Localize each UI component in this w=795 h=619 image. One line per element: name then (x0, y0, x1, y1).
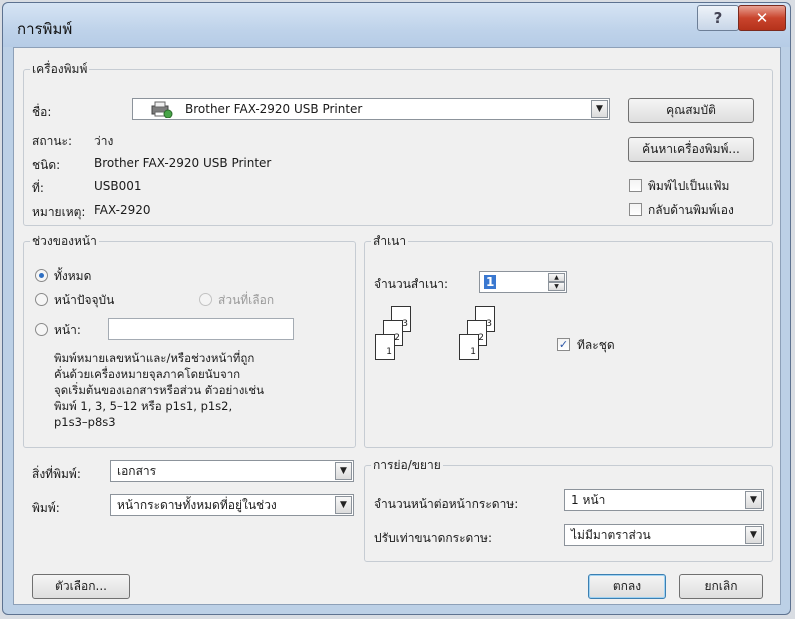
copies-group-label: สำเนา (373, 234, 407, 248)
dropdown-arrow-icon[interactable]: ▼ (335, 496, 352, 514)
title-bar[interactable]: การพิมพ์ ? ✕ (3, 3, 790, 47)
page-range-all-radio[interactable] (35, 269, 48, 282)
ok-button[interactable]: ตกลง (588, 574, 666, 599)
dialog-title: การพิมพ์ (17, 20, 73, 38)
printer-name-label: ชื่อ: (32, 105, 52, 119)
cancel-button[interactable]: ยกเลิก (679, 574, 763, 599)
print-what-select[interactable]: เอกสาร ▼ (110, 460, 354, 482)
pages-per-sheet-label: จำนวนหน้าต่อหน้ากระดาษ: (374, 497, 519, 511)
help-line: p1s3–p8s3 (54, 415, 116, 429)
pages-per-sheet-value: 1 หน้า (571, 492, 606, 507)
page-range-pages-radio[interactable] (35, 323, 48, 336)
close-button[interactable]: ✕ (738, 5, 786, 31)
page-range-current-label: หน้าปัจจุบัน (54, 293, 115, 307)
find-printer-button[interactable]: ค้นหาเครื่องพิมพ์... (628, 137, 754, 162)
printer-comment-label: หมายเหตุ: (32, 205, 86, 219)
dropdown-arrow-icon[interactable]: ▼ (335, 462, 352, 480)
help-line: พิมพ์หมายเลขหน้าและ/หรือช่วงหน้าที่ถูก (54, 351, 255, 365)
printer-where-value: USB001 (94, 179, 142, 193)
properties-button[interactable]: คุณสมบัติ (628, 98, 754, 123)
printer-where-label: ที่: (32, 181, 44, 195)
dropdown-arrow-icon[interactable]: ▼ (591, 100, 608, 118)
help-icon: ? (713, 9, 723, 27)
preview-page: 1 (459, 334, 479, 360)
help-line: พิมพ์ 1, 3, 5–12 หรือ p1s1, p1s2, (54, 399, 233, 413)
close-icon: ✕ (755, 9, 769, 27)
preview-page: 1 (375, 334, 395, 360)
print-what-label: สิ่งที่พิมพ์: (32, 467, 81, 481)
scale-value: ไม่มีมาตราส่วน (571, 527, 651, 542)
print-mode-select[interactable]: หน้ากระดาษทั้งหมดที่อยู่ในช่วง ▼ (110, 494, 354, 516)
printer-status-label: สถานะ: (32, 134, 73, 148)
printer-icon (149, 100, 175, 119)
print-what-value: เอกสาร (117, 463, 157, 478)
help-button[interactable]: ? (697, 5, 739, 31)
page-range-group-label: ช่วงของหน้า (32, 234, 97, 248)
copies-count-label: จำนวนสำเนา: (374, 277, 449, 291)
page-range-selection-label: ส่วนที่เลือก (218, 293, 275, 307)
spin-down-icon[interactable]: ▼ (548, 282, 565, 291)
scale-label: ปรับเท่าขนาดกระดาษ: (374, 531, 493, 545)
print-to-file-label: พิมพ์ไปเป็นแฟ้ม (648, 179, 730, 193)
print-mode-label: พิมพ์: (32, 501, 60, 515)
page-range-all-label: ทั้งหมด (54, 269, 92, 283)
printer-name-value: Brother FAX-2920 USB Printer (185, 102, 363, 116)
collate-label: ทีละชุด (577, 338, 615, 352)
dropdown-arrow-icon[interactable]: ▼ (745, 526, 762, 544)
manual-duplex-checkbox[interactable] (629, 203, 642, 216)
printer-type-value: Brother FAX-2920 USB Printer (94, 156, 272, 170)
printer-name-select[interactable]: Brother FAX-2920 USB Printer ▼ (132, 98, 610, 120)
print-to-file-checkbox[interactable] (629, 179, 642, 192)
page-range-selection-radio[interactable] (199, 293, 212, 306)
printer-status-value: ว่าง (94, 134, 114, 148)
printer-group-label: เครื่องพิมพ์ (32, 62, 88, 76)
dialog-body: เครื่องพิมพ์ ชื่อ: Brother FAX-2920 USB … (13, 47, 781, 605)
zoom-group-label: การย่อ/ขยาย (373, 458, 441, 472)
copies-count-value: 1 (484, 275, 497, 289)
options-button[interactable]: ตัวเลือก... (32, 574, 130, 599)
print-dialog: การพิมพ์ ? ✕ เครื่องพิมพ์ ชื่อ: Brother … (2, 2, 791, 615)
print-mode-value: หน้ากระดาษทั้งหมดที่อยู่ในช่วง (117, 497, 277, 512)
printer-comment-value: FAX-2920 (94, 203, 151, 217)
page-range-help-text: พิมพ์หมายเลขหน้าและ/หรือช่วงหน้าที่ถูก ค… (54, 350, 264, 430)
collate-checkbox[interactable]: ✓ (557, 338, 570, 351)
spin-up-icon[interactable]: ▲ (548, 273, 565, 282)
dropdown-arrow-icon[interactable]: ▼ (745, 491, 762, 509)
pages-per-sheet-select[interactable]: 1 หน้า ▼ (564, 489, 764, 511)
page-range-pages-label: หน้า: (54, 323, 81, 337)
page-range-current-radio[interactable] (35, 293, 48, 306)
help-line: คั่นด้วยเครื่องหมายจุลภาคโดยนับจาก (54, 367, 241, 381)
manual-duplex-label: กลับด้านพิมพ์เอง (648, 203, 734, 217)
printer-type-label: ชนิด: (32, 158, 61, 172)
page-range-pages-input[interactable] (108, 318, 294, 340)
scale-select[interactable]: ไม่มีมาตราส่วน ▼ (564, 524, 764, 546)
help-line: จุดเริ่มต้นของเอกสารหรือส่วน ตัวอย่างเช่… (54, 383, 264, 397)
copies-count-spinner[interactable]: 1 ▲ ▼ (479, 271, 567, 293)
